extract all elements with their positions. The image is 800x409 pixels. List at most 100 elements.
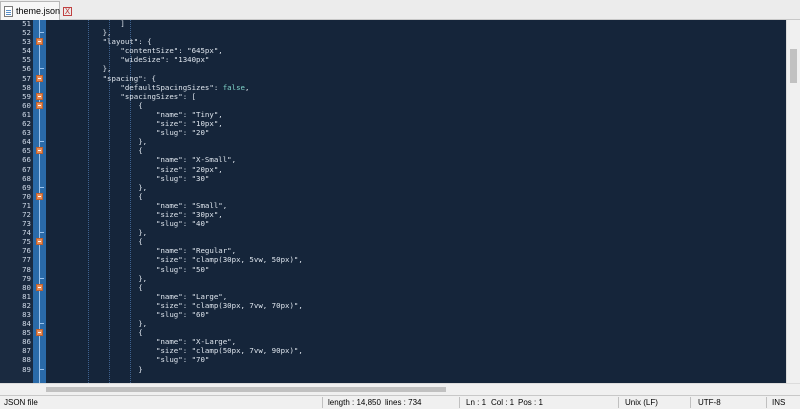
code-line[interactable]: 83 "slug": "60" [0,310,786,319]
horizontal-scroll-thumb[interactable] [46,387,446,392]
fold-toggle-icon[interactable] [36,92,43,100]
code-line[interactable]: 54 "contentSize": "645px", [0,46,786,55]
code-text: "name": "Large", [67,291,228,301]
code-line[interactable]: 77 "size": "clamp(30px, 5vw, 50px)", [0,255,786,264]
code-line[interactable]: 61 "name": "Tiny", [0,110,786,119]
fold-toggle-icon[interactable] [36,74,43,82]
code-text: }, [67,273,148,283]
fold-end-marker [39,186,44,188]
code-text: "slug": "60" [67,310,210,319]
code-line[interactable]: 60 { [0,101,786,110]
status-separator [459,397,460,408]
code-line[interactable]: 84 }, [0,319,786,328]
code-lines: 51 ] 52 }, 53 "layout": {54 "contentSize":… [0,19,800,374]
code-line[interactable]: 55 "wideSize": "1340px" [0,55,786,64]
code-line[interactable]: 63 "slug": "20" [0,128,786,137]
code-line[interactable]: 52 }, [0,28,786,37]
line-number: 59 [22,91,31,101]
code-line[interactable]: 69 }, [0,183,786,192]
code-line[interactable]: 64 }, [0,137,786,146]
fold-end-marker [39,368,44,370]
line-number: 79 [22,273,31,283]
close-icon[interactable]: X [63,6,73,16]
code-line[interactable]: 66 "name": "X-Small", [0,155,786,164]
code-line[interactable]: 88 "slug": "70" [0,355,786,364]
code-text: "layout": { [67,37,152,47]
line-number: 82 [22,300,31,310]
line-number: 65 [22,146,31,156]
fold-toggle-icon[interactable] [36,192,43,200]
code-line[interactable]: 59 "spacingSizes": [ [0,92,786,101]
code-line[interactable]: 79 }, [0,274,786,283]
code-text: "wideSize": "1340px" [67,55,210,65]
fold-end-marker [39,141,44,143]
code-line[interactable]: 72 "size": "30px", [0,210,786,219]
code-line[interactable]: 68 "slug": "30" [0,174,786,183]
line-number: 77 [22,255,31,265]
code-line[interactable]: 76 "name": "Regular", [0,246,786,255]
fold-end-marker [39,232,44,234]
code-text: "size": "clamp(30px, 5vw, 50px)", [67,255,303,265]
code-text: "slug": "50" [67,264,210,274]
code-text: }, [67,182,148,192]
code-line[interactable]: 87 "size": "clamp(50px, 7vw, 90px)", [0,346,786,355]
code-text: { [67,100,143,110]
line-number: 89 [22,364,31,374]
code-line[interactable]: 65 { [0,146,786,155]
fold-toggle-icon[interactable] [36,283,43,291]
status-separator [690,397,691,408]
fold-toggle-icon[interactable] [36,101,43,109]
fold-toggle-icon[interactable] [36,329,43,337]
code-text: }, [67,28,112,38]
code-text: "spacingSizes": [ [67,91,197,101]
code-text: { [67,146,143,156]
fold-toggle-icon[interactable] [36,38,43,46]
code-text: }, [67,228,148,238]
line-number: 55 [22,55,31,65]
code-text: "name": "X-Small", [67,155,237,165]
code-line[interactable]: 75 { [0,237,786,246]
vertical-scroll-thumb[interactable] [790,49,797,83]
status-pos: Pos : 1 [518,398,543,407]
status-separator [766,397,767,408]
code-line[interactable]: 81 "name": "Large", [0,292,786,301]
code-editor[interactable]: 51 ] 52 }, 53 "layout": {54 "contentSize":… [0,19,800,383]
status-mode: INS [772,398,786,407]
line-number: 81 [22,291,31,301]
code-text: "slug": "40" [67,219,210,229]
code-text: "contentSize": "645px", [67,46,223,56]
code-line[interactable]: 80 { [0,283,786,292]
fold-toggle-icon[interactable] [36,238,43,246]
code-line[interactable]: 71 "name": "Small", [0,201,786,210]
code-text: } [67,364,143,374]
code-line[interactable]: 82 "size": "clamp(30px, 7vw, 70px)", [0,301,786,310]
code-line[interactable]: 78 "slug": "50" [0,265,786,274]
code-line[interactable]: 57 "spacing": { [0,74,786,83]
code-line[interactable]: 70 { [0,192,786,201]
status-separator [322,397,323,408]
vertical-scrollbar[interactable] [786,20,800,383]
code-text: "name": "Tiny", [67,109,223,119]
line-number: 66 [22,155,31,165]
code-line[interactable]: 73 "slug": "40" [0,219,786,228]
status-separator [618,397,619,408]
code-line[interactable]: 85 { [0,328,786,337]
horizontal-scrollbar[interactable] [0,383,800,395]
code-line[interactable]: 89 } [0,365,786,374]
code-line[interactable]: 86 "name": "X-Large", [0,337,786,346]
tab-theme-json[interactable]: theme.json X [0,1,73,20]
code-line[interactable]: 67 "size": "20px", [0,165,786,174]
line-number: 63 [22,128,31,138]
code-text: "size": "30px", [67,209,223,219]
code-line[interactable]: 58 "defaultSpacingSizes": false, [0,83,786,92]
code-line[interactable]: 51 ] [0,19,786,28]
code-text: "spacing": { [67,73,156,83]
code-line[interactable]: 74 }, [0,228,786,237]
code-line[interactable]: 62 "size": "10px", [0,119,786,128]
code-text: "size": "20px", [67,164,223,174]
fold-toggle-icon[interactable] [36,147,43,155]
status-bar: JSON file length : 14,850 lines : 734 Ln… [0,395,800,409]
code-line[interactable]: 56 }, [0,64,786,73]
code-line[interactable]: 53 "layout": { [0,37,786,46]
line-number: 67 [22,164,31,174]
